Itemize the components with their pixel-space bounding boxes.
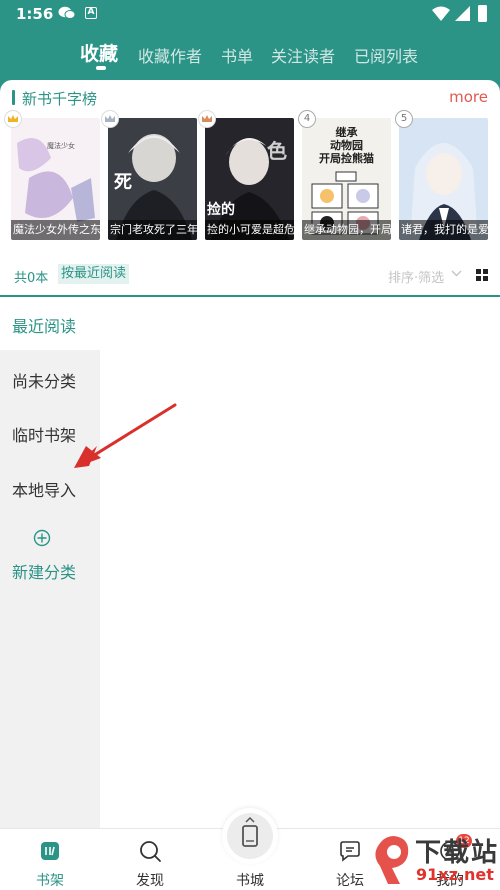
category-uncategorized[interactable]: 尚未分类 [12, 368, 76, 392]
book-title-caption: 诸君，我打的是爱 [399, 220, 488, 240]
center-button-inner [227, 813, 273, 859]
rank-number-badge: 4 [298, 110, 316, 128]
cover-title-line: 开局捡熊猫 [319, 152, 374, 165]
cover-title-line: 动物园 [330, 139, 363, 152]
ranking-header: 新书千字榜 more [0, 80, 500, 120]
crown-bronze-icon [198, 110, 216, 128]
nav-label: 发现 [136, 873, 164, 889]
nav-label: 书架 [36, 873, 64, 889]
book-cover-3[interactable]: 色 捡的 捡的小可爱是超危 [205, 118, 294, 240]
book-title-caption: 宗门老攻死了三年 [108, 220, 197, 240]
add-circle-icon[interactable] [33, 529, 51, 547]
category-temp-shelf[interactable]: 临时书架 [12, 422, 76, 446]
battery-icon [478, 5, 487, 22]
book-title-caption: 继承动物园，开局 [302, 220, 391, 240]
crown-silver-icon [101, 110, 119, 128]
phone-book-icon [242, 816, 258, 847]
watermark-title: 下载站 [415, 838, 500, 868]
tab-booklists[interactable]: 书单 [221, 43, 253, 67]
book-title-caption: 捡的小可爱是超危 [205, 220, 294, 240]
nav-discover[interactable]: 发现 [110, 829, 190, 890]
bookshelf-icon [41, 842, 59, 860]
book-count: 共0本 [14, 271, 49, 286]
bookstore-center-button[interactable] [222, 808, 278, 864]
book-title-caption: 魔法少女外传之东 [11, 220, 100, 240]
grid-view-icon[interactable] [476, 269, 488, 281]
active-tab-indicator [96, 66, 106, 70]
shelf-toolbar: 共0本 按最近阅读 排序·筛选 [0, 258, 500, 288]
crown-gold-icon [4, 110, 22, 128]
divider-line [0, 295, 500, 297]
book-cover-4[interactable]: 继承 动物园 开局捡熊猫 继承动物园，开局 [302, 118, 391, 240]
watermark-emblem-icon [375, 836, 409, 884]
category-local-import[interactable]: 本地导入 [12, 477, 76, 501]
nav-bookshelf[interactable]: 书架 [10, 829, 90, 890]
tab-followed-readers[interactable]: 关注读者 [271, 43, 335, 67]
new-category-button[interactable]: 新建分类 [12, 559, 76, 583]
book-cover-1[interactable]: 魔法少女 魔法少女外传之东 [11, 118, 100, 240]
chat-bubble-icon [340, 841, 360, 862]
title-accent-bar [12, 90, 15, 105]
ranking-title: 新书千字榜 [22, 90, 98, 108]
cover-title-text: 继承 动物园 开局捡熊猫 [302, 126, 391, 165]
book-cover-5[interactable]: 诸君，我打的是爱 [399, 118, 488, 240]
sort-recent-button[interactable]: 按最近阅读 [58, 264, 130, 284]
signal-icon [455, 6, 470, 21]
sort-filter-button[interactable]: 排序·筛选 [388, 267, 444, 286]
notification-a-icon: A [85, 7, 97, 19]
wechat-icon [58, 6, 76, 19]
chevron-down-icon [451, 270, 462, 277]
nav-label: 书城 [236, 873, 264, 889]
top-tab-bar: 收藏 收藏作者 书单 关注读者 已阅列表 [0, 36, 500, 76]
status-time: 1:56 [16, 5, 54, 23]
watermark-logo: 下载站 91xz.net [370, 830, 500, 890]
svg-text:魔法少女: 魔法少女 [47, 141, 75, 150]
svg-text:死: 死 [114, 172, 132, 193]
svg-text:捡的: 捡的 [207, 201, 235, 218]
more-link[interactable]: more [449, 88, 488, 106]
book-cover-2[interactable]: 死 宗门老攻死了三年 [108, 118, 197, 240]
search-icon [140, 841, 161, 862]
new-book-ranking-card: 新书千字榜 more 4 5 魔法少女 魔法少女外传之东 死 宗门老攻死了三年 [0, 80, 500, 296]
watermark-url: 91xz.net [416, 865, 494, 884]
category-recent-read[interactable]: 最近阅读 [12, 313, 76, 337]
tab-favorites[interactable]: 收藏 [80, 39, 118, 66]
wifi-icon [432, 6, 450, 21]
status-bar: 1:56 A [0, 0, 500, 28]
tab-favorite-authors[interactable]: 收藏作者 [138, 43, 202, 67]
tab-read-list[interactable]: 已阅列表 [354, 43, 418, 67]
svg-text:色: 色 [267, 139, 287, 163]
rank-number-badge: 5 [395, 110, 413, 128]
cover-title-line: 继承 [335, 126, 358, 139]
